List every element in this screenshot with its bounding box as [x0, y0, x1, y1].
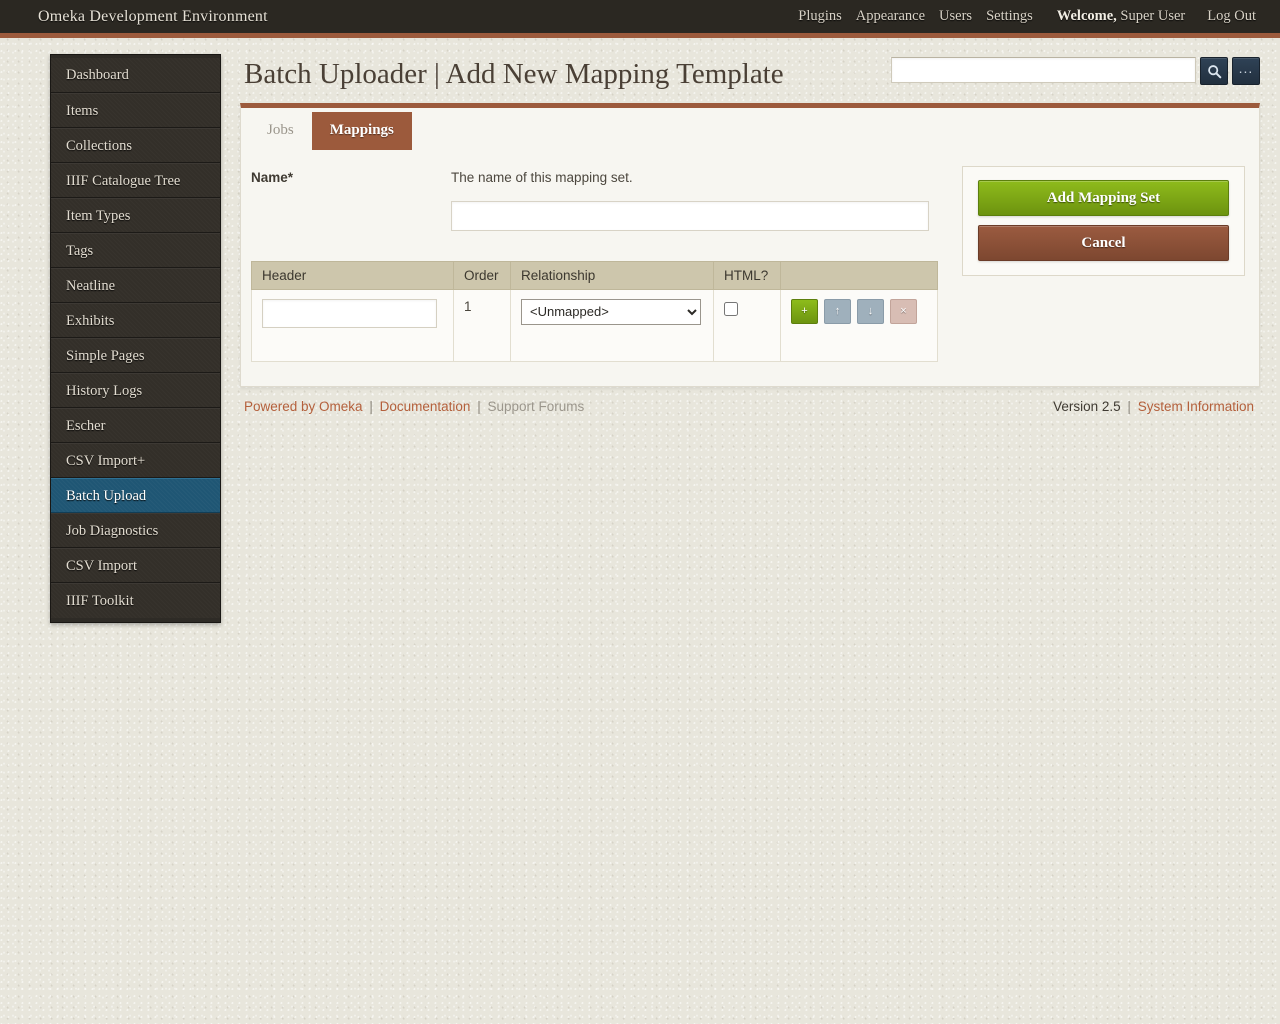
- tab-mappings[interactable]: Mappings: [311, 111, 412, 150]
- topnav-settings[interactable]: Settings: [986, 8, 1033, 25]
- page-title: Batch Uploader | Add New Mapping Templat…: [244, 58, 784, 90]
- page-header-row: Batch Uploader | Add New Mapping Templat…: [240, 54, 1260, 92]
- move-down-button[interactable]: ↓: [857, 298, 884, 324]
- action-panel: Add Mapping Set Cancel: [962, 165, 1245, 276]
- logout-link[interactable]: Log Out: [1207, 8, 1256, 25]
- mapping-table-body: 1 <Unmapped> + ↑ ↓ ×: [251, 288, 938, 362]
- sidebar-item-item-types[interactable]: Item Types: [51, 198, 220, 233]
- cell-header: [251, 288, 454, 362]
- sidebar-item-csv-import[interactable]: CSV Import: [51, 548, 220, 583]
- sidebar-item-neatline[interactable]: Neatline: [51, 268, 220, 303]
- page-body: Dashboard Items Collections IIIF Catalog…: [0, 38, 1280, 623]
- footer-left: Powered by Omeka | Documentation | Suppo…: [244, 399, 584, 414]
- add-row-button[interactable]: +: [791, 298, 818, 324]
- name-field-main: The name of this mapping set.: [451, 164, 944, 231]
- topnav-users[interactable]: Users: [939, 8, 972, 25]
- sidebar-item-iiif-toolkit[interactable]: IIIF Toolkit: [51, 583, 220, 618]
- search-input[interactable]: [891, 57, 1196, 83]
- move-up-button[interactable]: ↑: [824, 298, 851, 324]
- delete-row-button[interactable]: ×: [890, 298, 917, 324]
- sidebar-item-iiif-catalogue-tree[interactable]: IIIF Catalogue Tree: [51, 163, 220, 198]
- content-panel: Jobs Mappings Name* The name of this map…: [240, 102, 1260, 387]
- column-header-relationship: Relationship: [510, 260, 714, 290]
- system-information-link[interactable]: System Information: [1138, 399, 1254, 414]
- footer-separator-2: |: [477, 398, 481, 414]
- column-header-html: HTML?: [713, 260, 781, 290]
- header-input[interactable]: [262, 298, 437, 328]
- table-header-row: Header Order Relationship HTML?: [251, 260, 938, 290]
- top-navigation: Plugins Appearance Users Settings Welcom…: [798, 8, 1256, 25]
- column-header-order: Order: [453, 260, 511, 290]
- relationship-select[interactable]: <Unmapped>: [521, 298, 701, 325]
- sidebar-item-exhibits[interactable]: Exhibits: [51, 303, 220, 338]
- mapping-table-head: Header Order Relationship HTML?: [251, 260, 938, 290]
- documentation-link[interactable]: Documentation: [380, 399, 471, 414]
- panel-body: Name* The name of this mapping set. Head…: [241, 150, 1259, 362]
- footer: Powered by Omeka | Documentation | Suppo…: [240, 387, 1260, 414]
- powered-by-omeka-link[interactable]: Powered by Omeka: [244, 399, 363, 414]
- column-header-actions: [780, 260, 938, 290]
- sidebar-item-escher[interactable]: Escher: [51, 408, 220, 443]
- sidebar-item-tags[interactable]: Tags: [51, 233, 220, 268]
- main-content: Batch Uploader | Add New Mapping Templat…: [240, 54, 1260, 414]
- name-field-description: The name of this mapping set.: [451, 169, 633, 185]
- name-field-label: Name*: [251, 169, 294, 185]
- cell-order: 1: [453, 288, 511, 362]
- sidebar-item-history-logs[interactable]: History Logs: [51, 373, 220, 408]
- welcome-greeting: Welcome, Super User: [1057, 8, 1185, 25]
- cell-html: [713, 288, 781, 362]
- table-row: 1 <Unmapped> + ↑ ↓ ×: [251, 288, 938, 362]
- search-options-button[interactable]: ...: [1232, 57, 1260, 85]
- topnav-appearance[interactable]: Appearance: [856, 8, 925, 25]
- sidebar-item-batch-upload[interactable]: Batch Upload: [51, 478, 220, 513]
- topnav-plugins[interactable]: Plugins: [798, 8, 842, 25]
- sidebar-item-collections[interactable]: Collections: [51, 128, 220, 163]
- support-forums-link[interactable]: Support Forums: [487, 399, 584, 414]
- site-title: Omeka Development Environment: [38, 7, 268, 25]
- row-action-buttons: + ↑ ↓ ×: [791, 298, 927, 324]
- cancel-button[interactable]: Cancel: [978, 224, 1229, 261]
- html-checkbox[interactable]: [724, 301, 738, 316]
- search-area: ...: [891, 54, 1260, 85]
- cell-actions: + ↑ ↓ ×: [780, 288, 938, 362]
- sidebar-item-items[interactable]: Items: [51, 93, 220, 128]
- welcome-word: Welcome,: [1056, 8, 1117, 24]
- column-header-header: Header: [251, 260, 454, 290]
- version-label: Version 2.5: [1053, 398, 1121, 414]
- sidebar-item-dashboard[interactable]: Dashboard: [51, 58, 220, 93]
- sidebar-item-job-diagnostics[interactable]: Job Diagnostics: [51, 513, 220, 548]
- name-input[interactable]: [451, 200, 929, 231]
- name-field-row: Name* The name of this mapping set.: [251, 164, 944, 231]
- search-icon: [1207, 64, 1222, 79]
- add-mapping-set-button[interactable]: Add Mapping Set: [978, 179, 1229, 216]
- sidebar-navigation: Dashboard Items Collections IIIF Catalog…: [50, 54, 221, 623]
- ellipsis-icon: ...: [1238, 60, 1254, 76]
- footer-right: Version 2.5 | System Information: [1053, 399, 1254, 414]
- footer-separator-1: |: [369, 398, 373, 414]
- cell-relationship: <Unmapped>: [510, 288, 714, 362]
- mapping-form: Name* The name of this mapping set. Head…: [251, 164, 944, 362]
- tab-jobs[interactable]: Jobs: [249, 112, 312, 150]
- search-button[interactable]: [1200, 57, 1228, 85]
- footer-separator-3: |: [1127, 398, 1131, 414]
- top-bar: Omeka Development Environment Plugins Ap…: [0, 0, 1280, 38]
- sidebar-item-csv-import-plus[interactable]: CSV Import+: [51, 443, 220, 478]
- tab-bar: Jobs Mappings: [241, 108, 1259, 150]
- sidebar-item-simple-pages[interactable]: Simple Pages: [51, 338, 220, 373]
- mapping-table: Header Order Relationship HTML? 1 <Unmap…: [251, 260, 938, 362]
- current-user-name[interactable]: Super User: [1120, 8, 1185, 24]
